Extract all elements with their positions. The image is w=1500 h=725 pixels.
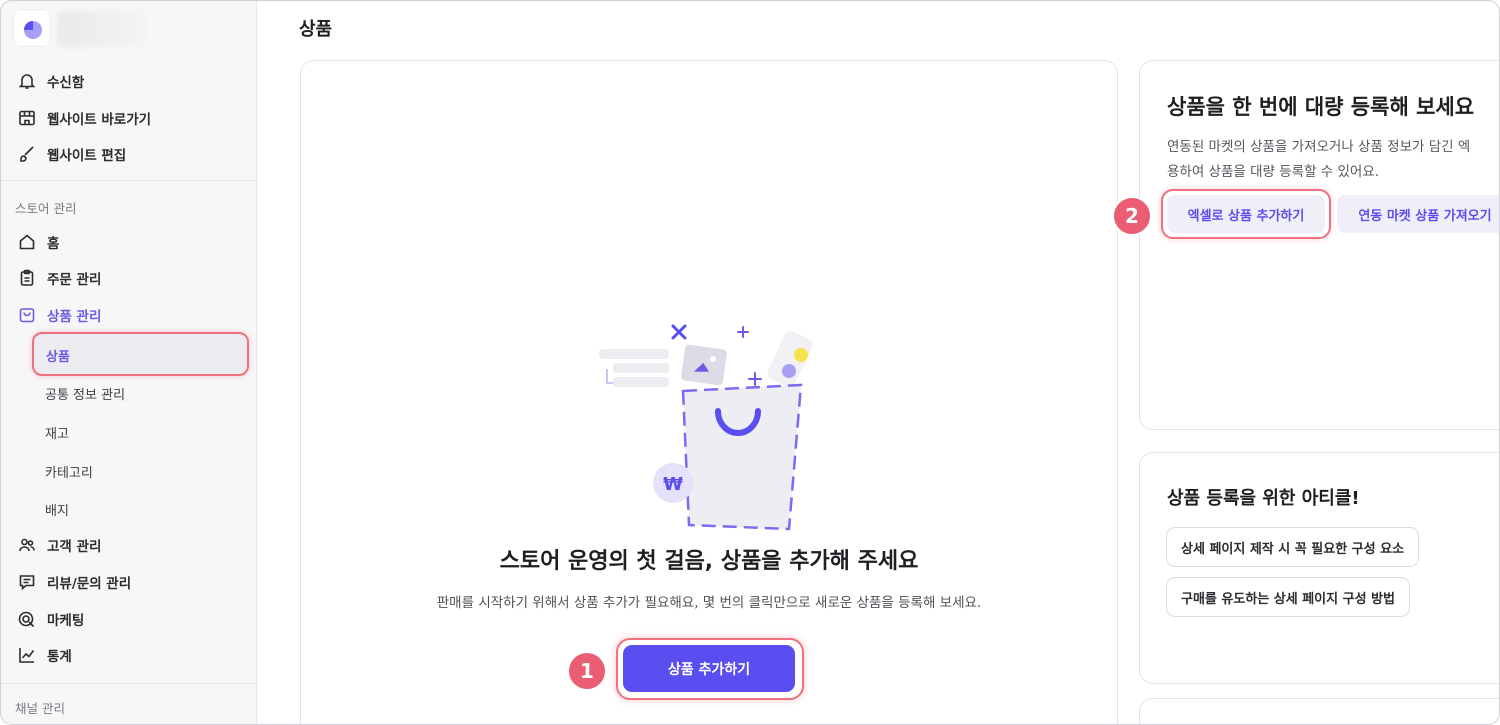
store-icon [17,108,37,128]
sidebar-divider [1,683,256,684]
target-icon [17,609,37,629]
sidebar-item-inbox[interactable]: 수신함 [17,67,84,95]
sidebar-item-label: 홈 [47,236,60,252]
bag-icon [17,305,37,325]
sidebar-subitem-inventory[interactable]: 재고 [45,423,69,442]
empty-state-title: 스토어 운영의 첫 걸음, 상품을 추가해 주세요 [499,549,919,574]
sidebar-item-label: 고객 관리 [47,539,102,555]
sidebar-item-label: 마케팅 [47,613,85,629]
sidebar-item-website-link[interactable]: 웹사이트 바로가기 [17,104,151,132]
sidebar-item-label: 웹사이트 바로가기 [47,112,152,128]
sidebar-item-label: 통계 [47,649,72,665]
description-line: 용하여 상품을 대량 등록할 수 있어요. [1167,164,1380,180]
section-label-channel: 채널 관리 [15,701,65,716]
users-icon [17,535,37,555]
bulk-register-title: 상품을 한 번에 대량 등록해 보세요 [1167,95,1475,119]
sidebar: 수신함 웹사이트 바로가기 웹사이트 편집 스토어 관리 홈 주문 관리 상품 … [1,1,257,724]
bulk-register-description: 연동된 마켓의 상품을 가져오거나 상품 정보가 담긴 엑 용하여 상품을 대량… [1167,135,1499,185]
chat-icon [17,572,37,592]
chart-icon [17,645,37,665]
sidebar-item-label: 수신함 [47,75,85,91]
article-link-components[interactable]: 상세 페이지 제작 시 꼭 필요한 구성 요소 [1166,527,1420,567]
description-line: 연동된 마켓의 상품을 가져오거나 상품 정보가 담긴 엑 [1167,139,1471,155]
add-product-button[interactable]: 상품 추가하기 [623,645,795,692]
app-window: 수신함 웹사이트 바로가기 웹사이트 편집 스토어 관리 홈 주문 관리 상품 … [0,0,1500,725]
sidebar-item-marketing[interactable]: 마케팅 [17,605,84,633]
empty-state-description: 판매를 시작하기 위해서 상품 추가가 필요해요, 몇 번의 클릭만으로 새로운… [436,595,982,611]
sidebar-item-home[interactable]: 홈 [17,228,59,256]
sidebar-subitem-label: 상품 [46,350,70,365]
svg-text:₩: ₩ [663,474,683,495]
sidebar-subitem-products-active[interactable]: 상품 [32,332,249,376]
step-badge-1: 1 [567,651,607,691]
empty-state-card: ₩ 스토어 운영의 첫 걸음, 상품을 추가해 주세요 판매를 시작하기 위해서… [300,60,1118,724]
sidebar-item-orders[interactable]: 주문 관리 [17,264,101,292]
brush-icon [17,144,37,164]
sidebar-item-products[interactable]: 상품 관리 [17,301,101,329]
home-icon [17,232,37,252]
bulk-register-card: 상품을 한 번에 대량 등록해 보세요 연동된 마켓의 상품을 가져오거나 상품… [1112,60,1499,430]
step-badge-2: 2 [1112,196,1152,236]
store-name-blurred [57,11,147,47]
sidebar-divider [1,180,256,181]
bottom-card [1139,698,1499,724]
bell-icon [17,71,37,91]
sidebar-subitem-badge[interactable]: 배지 [45,500,69,519]
sidebar-subitem-common-info[interactable]: 공통 정보 관리 [45,384,125,403]
sidebar-item-statistics[interactable]: 통계 [17,641,72,669]
article-title: 상품 등록을 위한 아티클! [1167,488,1360,509]
sidebar-item-customers[interactable]: 고객 관리 [17,531,101,559]
sidebar-item-reviews[interactable]: 리뷰/문의 관리 [17,568,131,596]
clipboard-icon [17,268,37,288]
page-title: 상품 [299,19,333,40]
sidebar-item-label: 주문 관리 [47,272,102,288]
sidebar-item-website-edit[interactable]: 웹사이트 편집 [17,140,126,168]
sidebar-subitem-category[interactable]: 카테고리 [45,462,93,481]
section-label-store: 스토어 관리 [15,201,77,216]
article-link-layout[interactable]: 구매를 유도하는 상세 페이지 구성 방법 [1166,577,1410,617]
excel-add-button[interactable]: 엑셀로 상품 추가하기 [1167,195,1325,233]
sidebar-item-label: 상품 관리 [47,309,102,325]
article-card: 상품 등록을 위한 아티클! 상세 페이지 제작 시 꼭 필요한 구성 요소 구… [1139,452,1499,684]
app-logo[interactable] [13,9,51,47]
shopping-bag-illustration: ₩ [599,324,813,531]
sidebar-item-label: 리뷰/문의 관리 [47,576,132,592]
sidebar-item-label: 웹사이트 편집 [47,148,127,164]
import-market-button[interactable]: 연동 마켓 상품 가져오기 [1337,195,1499,233]
